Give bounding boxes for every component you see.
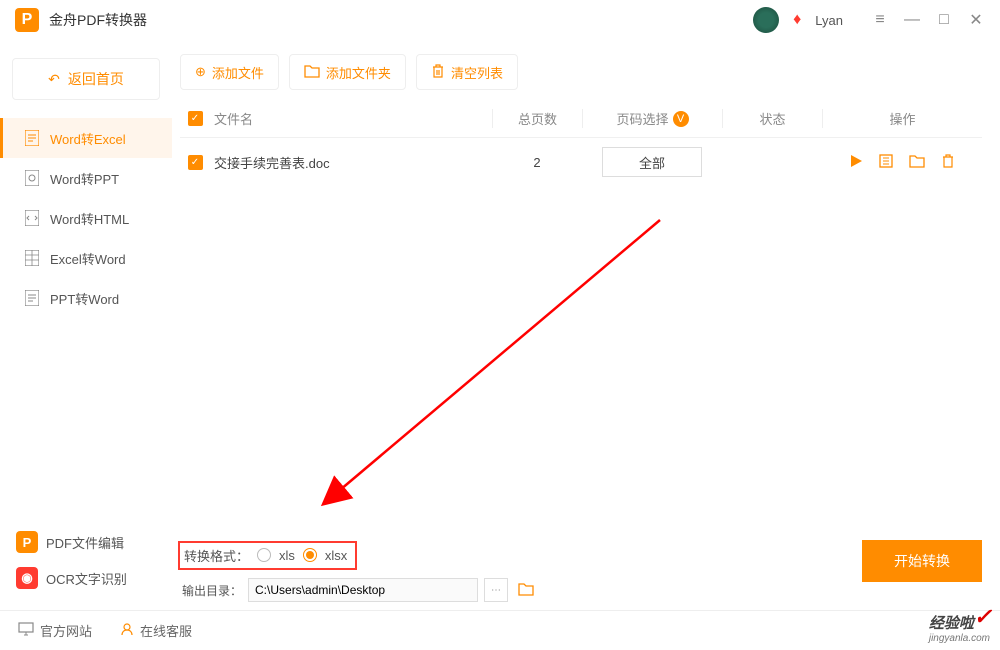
output-label: 输出目录：: [182, 582, 242, 599]
header-ops: 操作: [822, 109, 982, 128]
minimize-icon[interactable]: —: [903, 11, 921, 29]
word-icon: [24, 290, 40, 306]
sidebar-item-label: Word转PPT: [50, 169, 119, 188]
toolbar: ⊕ 添加文件 添加文件夹 清空列表: [180, 54, 982, 90]
maximize-icon[interactable]: □: [935, 11, 953, 29]
radio-xls[interactable]: [257, 548, 271, 562]
ppt-icon: [24, 170, 40, 186]
header-status: 状态: [722, 109, 822, 128]
add-folder-label: 添加文件夹: [326, 63, 391, 82]
play-icon[interactable]: [849, 154, 863, 171]
clear-label: 清空列表: [451, 63, 503, 82]
file-name: 交接手续完善表.doc: [210, 153, 492, 172]
open-folder-icon[interactable]: [909, 154, 925, 171]
support-icon: [120, 622, 134, 639]
username: Lyan: [815, 13, 843, 28]
option-xls: xls: [279, 548, 295, 563]
add-file-label: 添加文件: [212, 63, 264, 82]
sidebar-item-word-ppt[interactable]: Word转PPT: [0, 158, 172, 198]
select-all-checkbox[interactable]: ✓: [188, 111, 203, 126]
sidebar-item-word-excel[interactable]: Word转Excel: [0, 118, 172, 158]
bottom-left-tools: P PDF文件编辑 ◉ OCR文字识别: [12, 524, 160, 596]
sidebar: ↶ 返回首页 Word转Excel Word转PPT Word转HTML Exc…: [0, 40, 172, 598]
row-checkbox[interactable]: ✓: [188, 155, 203, 170]
online-support-link[interactable]: 在线客服: [120, 621, 192, 640]
radio-xlsx[interactable]: [303, 548, 317, 562]
output-path-input[interactable]: [248, 578, 478, 602]
ocr-icon: ◉: [16, 567, 38, 589]
watermark: 经验啦✓ jingyanla.com: [929, 612, 990, 644]
app-title: 金舟PDF转换器: [49, 10, 147, 30]
word-icon: [24, 130, 40, 146]
format-highlight: 转换格式： xls xlsx: [178, 541, 357, 570]
official-website-link[interactable]: 官方网站: [18, 621, 92, 640]
output-row: 输出目录： ⋯: [172, 574, 982, 606]
preview-icon[interactable]: [879, 154, 893, 171]
sidebar-item-label: Word转HTML: [50, 209, 129, 228]
folder-icon: [304, 64, 320, 81]
close-icon[interactable]: ✕: [967, 11, 985, 29]
header-pages: 总页数: [492, 109, 582, 128]
file-pages: 2: [492, 155, 582, 170]
format-row: 转换格式： xls xlsx: [172, 536, 982, 574]
add-folder-button[interactable]: 添加文件夹: [289, 54, 406, 90]
sidebar-item-ppt-word[interactable]: PPT转Word: [0, 278, 172, 318]
delete-icon[interactable]: [941, 154, 955, 171]
back-home-label: 返回首页: [68, 69, 124, 89]
titlebar: P 金舟PDF转换器 ♦ Lyan ≡ — □ ✕: [0, 0, 1000, 40]
pdf-edit-button[interactable]: P PDF文件编辑: [12, 524, 160, 560]
sidebar-item-label: PPT转Word: [50, 289, 119, 308]
excel-icon: [24, 250, 40, 266]
trash-icon: [431, 64, 445, 81]
header-filename: 文件名: [210, 109, 492, 128]
pdf-edit-icon: P: [16, 531, 38, 553]
clear-button[interactable]: 清空列表: [416, 54, 518, 90]
back-icon: ↶: [48, 71, 60, 88]
header-select: 页码选择 V: [582, 109, 722, 128]
monitor-icon: [18, 622, 34, 639]
back-home-button[interactable]: ↶ 返回首页: [12, 58, 160, 100]
convert-button[interactable]: 开始转换: [862, 540, 982, 582]
sidebar-item-label: Excel转Word: [50, 249, 126, 268]
open-output-folder-icon[interactable]: [518, 582, 534, 599]
plus-icon: ⊕: [195, 64, 206, 80]
menu-icon[interactable]: ≡: [871, 11, 889, 29]
html-icon: [24, 210, 40, 226]
page-select-button[interactable]: 全部: [602, 147, 702, 177]
ocr-button[interactable]: ◉ OCR文字识别: [12, 560, 160, 596]
add-file-button[interactable]: ⊕ 添加文件: [180, 54, 279, 90]
main-panel: ⊕ 添加文件 添加文件夹 清空列表 ✓ 文件名 总页数 页码选择 V 状态 操作: [172, 40, 1000, 598]
option-xlsx: xlsx: [325, 548, 347, 563]
sidebar-item-label: Word转Excel: [50, 129, 126, 148]
app-logo-icon: P: [15, 8, 39, 32]
table-row: ✓ 交接手续完善表.doc 2 全部: [180, 138, 982, 186]
footer: 官方网站 在线客服: [0, 610, 1000, 650]
sidebar-item-excel-word[interactable]: Excel转Word: [0, 238, 172, 278]
vip-required-icon: V: [673, 111, 689, 127]
table-header: ✓ 文件名 总页数 页码选择 V 状态 操作: [180, 100, 982, 138]
vip-icon: ♦: [793, 11, 801, 29]
avatar[interactable]: [753, 7, 779, 33]
format-label: 转换格式：: [184, 546, 249, 565]
browse-button[interactable]: ⋯: [484, 578, 508, 602]
sidebar-item-word-html[interactable]: Word转HTML: [0, 198, 172, 238]
bottom-panel: 转换格式： xls xlsx 输出目录： ⋯ 开始转换: [172, 536, 982, 606]
